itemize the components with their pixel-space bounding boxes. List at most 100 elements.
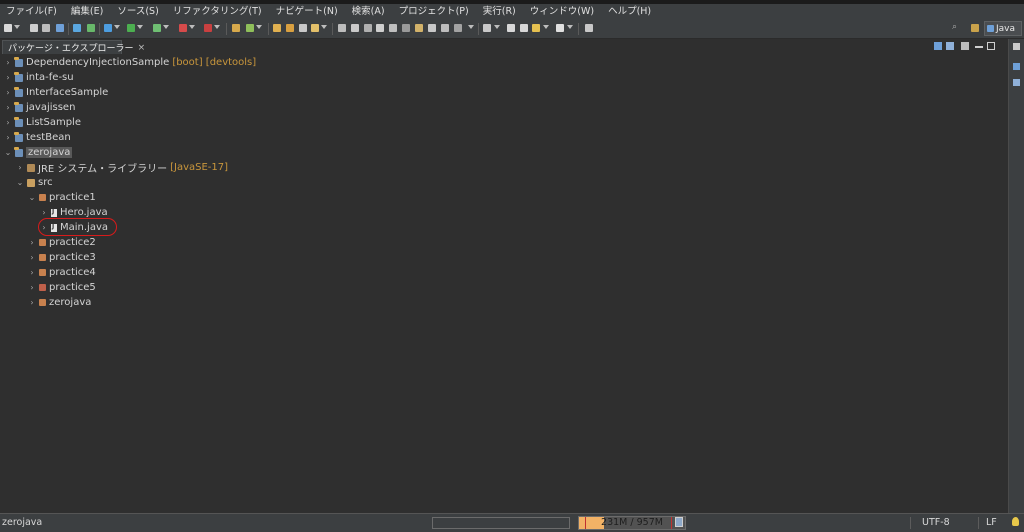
open-folder-icon[interactable] <box>273 24 281 32</box>
encoding-label[interactable]: UTF-8 <box>922 517 950 528</box>
expand-chevron-icon[interactable]: › <box>4 133 12 142</box>
tree-item-project[interactable]: › ListSample <box>4 115 81 130</box>
menu-project[interactable]: プロジェクト(P) <box>393 4 477 20</box>
annotation-dropdown-icon[interactable] <box>468 25 474 29</box>
save-all-icon[interactable] <box>42 24 50 32</box>
tree-item-package[interactable]: ⌄ practice1 <box>28 190 96 205</box>
tree-item-package[interactable]: › practice2 <box>28 235 95 250</box>
open-perspective-icon[interactable] <box>971 24 979 32</box>
stop-dropdown-icon[interactable] <box>214 25 220 29</box>
expand-chevron-icon[interactable]: › <box>4 103 12 112</box>
tree-item-project[interactable]: › InterfaceSample <box>4 85 108 100</box>
menu-edit[interactable]: 編集(E) <box>65 4 111 20</box>
expand-chevron-icon[interactable]: › <box>16 163 24 172</box>
line-delimiter-label[interactable]: LF <box>986 517 997 528</box>
lightbulb-icon[interactable] <box>1012 517 1019 526</box>
collapse-chevron-icon[interactable]: ⌄ <box>28 193 36 202</box>
link-with-editor-icon[interactable] <box>946 42 954 50</box>
open-resource-icon[interactable] <box>286 24 294 32</box>
task-icon[interactable] <box>415 24 423 32</box>
expand-chevron-icon[interactable]: › <box>28 238 36 247</box>
debug-dropdown-icon[interactable] <box>114 25 120 29</box>
new-class-dropdown-icon[interactable] <box>256 25 262 29</box>
tree-item-package[interactable]: › practice5 <box>28 280 95 295</box>
outline-view-icon[interactable] <box>1013 63 1020 70</box>
forward-nav-icon[interactable] <box>520 24 528 32</box>
forward-icon[interactable] <box>556 24 564 32</box>
task-list-view-icon[interactable] <box>1013 79 1020 86</box>
menu-help[interactable]: ヘルプ(H) <box>602 4 659 20</box>
tree-item-package[interactable]: › practice3 <box>28 250 95 265</box>
menu-search[interactable]: 検索(A) <box>346 4 393 20</box>
expand-chevron-icon[interactable]: › <box>28 298 36 307</box>
menu-window[interactable]: ウィンドウ(W) <box>524 4 602 20</box>
back-history-icon[interactable] <box>532 24 540 32</box>
tree-item-project[interactable]: › testBean <box>4 130 71 145</box>
heap-status[interactable]: 231M / 957M <box>578 516 686 530</box>
coverage-dropdown-icon[interactable] <box>163 25 169 29</box>
garbage-collect-icon[interactable] <box>675 517 683 527</box>
last-edit-dropdown-icon[interactable] <box>494 25 500 29</box>
open-type-icon[interactable] <box>73 24 81 32</box>
save-icon[interactable] <box>30 24 38 32</box>
menu-refactor[interactable]: リファクタリング(T) <box>167 4 270 20</box>
cheat-sheet-icon[interactable] <box>441 24 449 32</box>
expand-chevron-icon[interactable]: › <box>40 208 48 217</box>
toggle-block-icon[interactable] <box>351 24 359 32</box>
last-edit-icon[interactable] <box>483 24 491 32</box>
new-java-project-icon[interactable] <box>232 24 240 32</box>
next-annotation-icon[interactable] <box>454 24 462 32</box>
word-wrap-icon[interactable] <box>376 24 384 32</box>
external-tools-icon[interactable] <box>179 24 187 32</box>
run-dropdown-icon[interactable] <box>137 25 143 29</box>
external-tools-dropdown-icon[interactable] <box>189 25 195 29</box>
toggle-whitespace-icon[interactable] <box>364 24 372 32</box>
tree-item-src-folder[interactable]: ⌄ src <box>16 175 53 190</box>
forward-dropdown-icon[interactable] <box>567 25 573 29</box>
coverage-icon[interactable] <box>153 24 161 32</box>
tree-item-package[interactable]: › zerojava <box>28 295 91 310</box>
back-icon[interactable] <box>507 24 515 32</box>
pen-dropdown-icon[interactable] <box>321 25 327 29</box>
search-icon[interactable]: ⌕ <box>952 23 961 32</box>
tab-package-explorer[interactable]: パッケージ・エクスプローラー × <box>2 40 145 54</box>
menu-file[interactable]: ファイル(F) <box>0 4 65 20</box>
tree-item-project-selected[interactable]: ⌄ zerojava <box>4 145 73 160</box>
view-menu-icon[interactable] <box>961 42 969 50</box>
skip-breakpoints-icon[interactable] <box>87 24 95 32</box>
search-tool-icon[interactable] <box>299 24 307 32</box>
tree-item-project[interactable]: › javajissen <box>4 100 75 115</box>
maximize-icon[interactable] <box>987 42 995 50</box>
new-icon[interactable] <box>4 24 12 32</box>
collapse-all-icon[interactable] <box>934 42 942 50</box>
tree-item-project[interactable]: › inta-fe-su <box>4 70 74 85</box>
back-dropdown-icon[interactable] <box>543 25 549 29</box>
minimize-icon[interactable] <box>975 46 983 48</box>
menu-navigate[interactable]: ナビゲート(N) <box>270 4 346 20</box>
menu-source[interactable]: ソース(S) <box>111 4 166 20</box>
expand-chevron-icon[interactable]: › <box>28 253 36 262</box>
expand-chevron-icon[interactable]: › <box>4 118 12 127</box>
debug-icon[interactable] <box>104 24 112 32</box>
collapse-chevron-icon[interactable]: ⌄ <box>16 178 24 187</box>
terminal-icon[interactable] <box>56 24 64 32</box>
collapse-chevron-icon[interactable]: ⌄ <box>4 148 12 157</box>
new-package-icon[interactable] <box>246 24 254 32</box>
toggle-mark-icon[interactable] <box>338 24 346 32</box>
new-dropdown-icon[interactable] <box>14 25 20 29</box>
expand-chevron-icon[interactable]: › <box>28 268 36 277</box>
pen-icon[interactable] <box>311 24 319 32</box>
pin-icon[interactable] <box>428 24 436 32</box>
stop-icon[interactable] <box>204 24 212 32</box>
pin-editor-icon[interactable] <box>585 24 593 32</box>
run-icon[interactable] <box>127 24 135 32</box>
close-icon[interactable]: × <box>138 43 146 53</box>
expand-chevron-icon[interactable]: › <box>28 283 36 292</box>
restore-icon[interactable] <box>1013 43 1020 50</box>
tree-item-jre-library[interactable]: › JRE システム・ライブラリー [JavaSE-17] <box>16 160 228 175</box>
tree-item-project[interactable]: › DependencyInjectionSample [boot] [devt… <box>4 55 256 70</box>
expand-chevron-icon[interactable]: › <box>4 58 12 67</box>
java-perspective-button[interactable]: Java <box>984 21 1022 36</box>
expand-chevron-icon[interactable]: › <box>4 73 12 82</box>
show-outline-icon[interactable] <box>389 24 397 32</box>
